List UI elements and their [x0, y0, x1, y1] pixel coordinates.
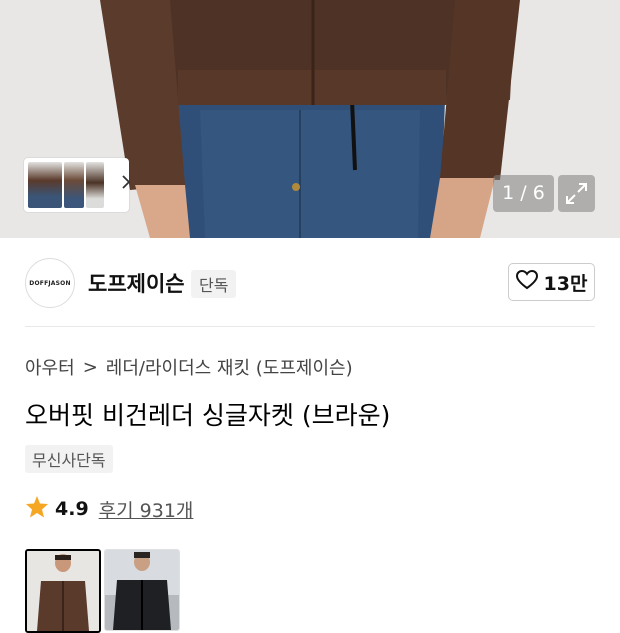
variant-thumbnail[interactable]	[104, 549, 180, 631]
breadcrumb-level2[interactable]: 레더/라이더스 재킷 (도프제이슨)	[106, 354, 353, 380]
brand-row: DOFFJASON 도프제이슨 단독 13만	[0, 238, 620, 328]
image-counter: 1 / 6	[493, 175, 554, 212]
product-title: 오버핏 비건레더 싱글자켓 (브라운)	[25, 401, 391, 430]
star-icon	[25, 495, 49, 523]
divider	[25, 326, 595, 327]
breadcrumb-separator: >	[82, 356, 98, 378]
breadcrumb-level1[interactable]: 아우터	[25, 354, 75, 380]
breadcrumb: 아우터 > 레더/라이더스 재킷 (도프제이슨)	[25, 354, 353, 380]
gallery-thumbnail[interactable]	[28, 162, 62, 208]
brand-logo[interactable]: DOFFJASON	[25, 258, 75, 308]
expand-icon[interactable]	[558, 175, 595, 212]
reviews-link[interactable]: 후기 931개	[99, 496, 194, 523]
like-count: 13만	[543, 272, 588, 295]
exclusive-badge: 단독	[191, 270, 237, 298]
variant-thumbnail-selected[interactable]	[25, 549, 101, 633]
brand-name[interactable]: 도프제이슨	[88, 268, 185, 298]
like-button[interactable]: 13만	[508, 263, 595, 301]
product-image-gallery[interactable]: 1 / 6	[0, 0, 620, 238]
rating-score: 4.9	[55, 498, 89, 520]
gallery-thumbnail[interactable]	[86, 162, 104, 208]
gallery-thumbnail[interactable]	[64, 162, 84, 208]
exclusive-tag: 무신사단독	[25, 445, 113, 473]
gallery-thumbnail-strip[interactable]	[24, 158, 131, 212]
rating-row: 4.9 후기 931개	[25, 495, 193, 523]
heart-outline-icon	[515, 269, 538, 295]
